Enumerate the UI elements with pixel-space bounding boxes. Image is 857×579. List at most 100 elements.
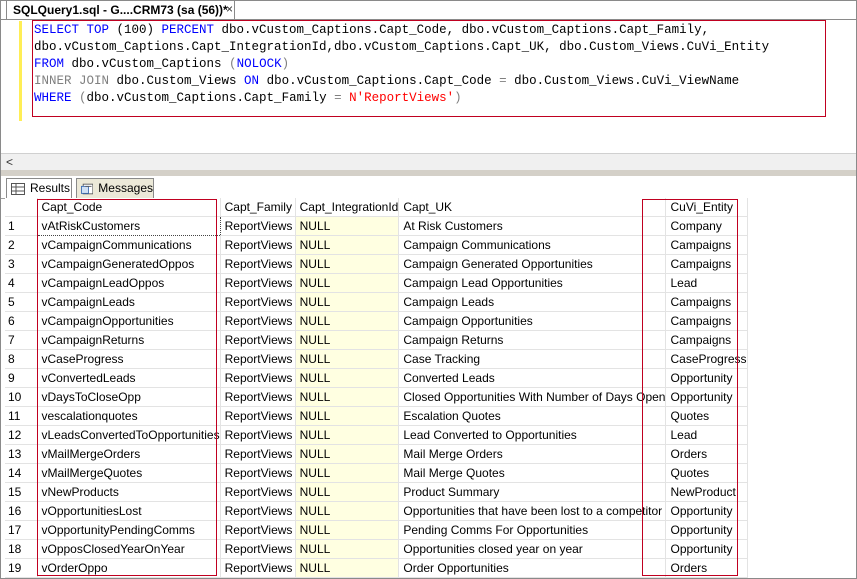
capt-code-cell[interactable]: vLeadsConvertedToOpportunities xyxy=(37,425,221,445)
table-row[interactable]: 1 vAtRiskCustomers ReportViews NULL At Risk … xyxy=(5,216,748,236)
column-header[interactable]: Capt_Code xyxy=(37,198,221,217)
cuvi-entity-cell[interactable]: Campaigns xyxy=(665,254,748,274)
row-number[interactable]: 3 xyxy=(5,254,38,274)
table-row[interactable]: 5 vCampaignLeads ReportViews NULL Campaign L… xyxy=(5,292,748,312)
capt-code-cell[interactable]: vDaysToCloseOpp xyxy=(37,387,221,407)
table-row[interactable]: 14 vMailMergeQuotes ReportViews NULL Mail Me… xyxy=(5,463,748,483)
cuvi-entity-cell[interactable]: Campaigns xyxy=(665,235,748,255)
table-row[interactable]: 18 vOpposClosedYearOnYear ReportViews NULL O… xyxy=(5,539,748,559)
cuvi-entity-cell[interactable]: Campaigns xyxy=(665,292,748,312)
capt-integrationid-cell[interactable]: NULL xyxy=(295,406,400,426)
capt-family-cell[interactable]: ReportViews xyxy=(220,368,296,388)
capt-uk-cell[interactable]: Campaign Returns xyxy=(398,330,667,350)
capt-family-cell[interactable]: ReportViews xyxy=(220,406,296,426)
capt-uk-cell[interactable]: Closed Opportunities With Number of Days… xyxy=(398,387,667,407)
query-editor[interactable]: SELECT TOP (100) PERCENT dbo.vCustom_Cap… xyxy=(0,19,857,154)
capt-integrationid-cell[interactable]: NULL xyxy=(295,330,400,350)
capt-uk-cell[interactable]: Case Tracking xyxy=(398,349,667,369)
capt-family-cell[interactable]: ReportViews xyxy=(220,387,296,407)
table-row[interactable]: 9 vConvertedLeads ReportViews NULL Converted… xyxy=(5,368,748,388)
capt-integrationid-cell[interactable]: NULL xyxy=(295,349,400,369)
capt-family-cell[interactable]: ReportViews xyxy=(220,463,296,483)
capt-integrationid-cell[interactable]: NULL xyxy=(295,425,400,445)
tab-messages[interactable]: Messages xyxy=(76,178,154,198)
row-number[interactable]: 12 xyxy=(5,425,38,445)
row-number[interactable]: 14 xyxy=(5,463,38,483)
cuvi-entity-cell[interactable]: Quotes xyxy=(665,463,748,483)
capt-integrationid-cell[interactable]: NULL xyxy=(295,520,400,540)
capt-code-cell[interactable]: vCampaignOpportunities xyxy=(37,311,221,331)
capt-code-cell[interactable]: vOpportunitiesLost xyxy=(37,501,221,521)
capt-family-cell[interactable]: ReportViews xyxy=(220,425,296,445)
capt-uk-cell[interactable]: Product Summary xyxy=(398,482,667,502)
cuvi-entity-cell[interactable]: Opportunity xyxy=(665,501,748,521)
capt-uk-cell[interactable]: Campaign Opportunities xyxy=(398,311,667,331)
capt-integrationid-cell[interactable]: NULL xyxy=(295,368,400,388)
cuvi-entity-cell[interactable]: Lead xyxy=(665,273,748,293)
row-number[interactable]: 11 xyxy=(5,406,38,426)
tab-results[interactable]: Results xyxy=(6,178,72,198)
capt-family-cell[interactable]: ReportViews xyxy=(220,482,296,502)
cuvi-entity-cell[interactable]: CaseProgress xyxy=(665,349,748,369)
capt-code-cell[interactable]: vCampaignLeads xyxy=(37,292,221,312)
row-number[interactable]: 17 xyxy=(5,520,38,540)
capt-uk-cell[interactable]: Escalation Quotes xyxy=(398,406,667,426)
row-number[interactable]: 16 xyxy=(5,501,38,521)
capt-uk-cell[interactable]: Mail Merge Quotes xyxy=(398,463,667,483)
capt-integrationid-cell[interactable]: NULL xyxy=(295,558,400,578)
capt-integrationid-cell[interactable]: NULL xyxy=(295,292,400,312)
row-number[interactable]: 18 xyxy=(5,539,38,559)
row-number[interactable]: 15 xyxy=(5,482,38,502)
capt-integrationid-cell[interactable]: NULL xyxy=(295,501,400,521)
table-row[interactable]: 8 vCaseProgress ReportViews NULL Case Tracki… xyxy=(5,349,748,369)
capt-code-cell[interactable]: vOrderOppo xyxy=(37,558,221,578)
capt-integrationid-cell[interactable]: NULL xyxy=(295,235,400,255)
cuvi-entity-cell[interactable]: Opportunity xyxy=(665,387,748,407)
capt-family-cell[interactable]: ReportViews xyxy=(220,311,296,331)
row-number[interactable]: 1 xyxy=(5,216,38,236)
table-row[interactable]: 12 vLeadsConvertedToOpportunities ReportVi… xyxy=(5,425,748,445)
row-number[interactable]: 7 xyxy=(5,330,38,350)
capt-code-cell[interactable]: vMailMergeOrders xyxy=(37,444,221,464)
cuvi-entity-cell[interactable]: Campaigns xyxy=(665,330,748,350)
capt-code-cell[interactable]: vCampaignReturns xyxy=(37,330,221,350)
capt-family-cell[interactable]: ReportViews xyxy=(220,501,296,521)
capt-uk-cell[interactable]: Lead Converted to Opportunities xyxy=(398,425,667,445)
editor-horizontal-scrollbar[interactable]: < xyxy=(0,153,857,171)
cuvi-entity-cell[interactable]: Company xyxy=(665,216,748,236)
capt-integrationid-cell[interactable]: NULL xyxy=(295,311,400,331)
capt-family-cell[interactable]: ReportViews xyxy=(220,444,296,464)
cuvi-entity-cell[interactable]: Quotes xyxy=(665,406,748,426)
row-number[interactable]: 8 xyxy=(5,349,38,369)
capt-integrationid-cell[interactable]: NULL xyxy=(295,482,400,502)
capt-family-cell[interactable]: ReportViews xyxy=(220,254,296,274)
scroll-left-icon[interactable]: < xyxy=(6,154,13,170)
capt-family-cell[interactable]: ReportViews xyxy=(220,235,296,255)
cuvi-entity-cell[interactable]: Opportunity xyxy=(665,520,748,540)
capt-code-cell[interactable]: vescalationquotes xyxy=(37,406,221,426)
row-number[interactable]: 9 xyxy=(5,368,38,388)
row-number[interactable]: 4 xyxy=(5,273,38,293)
table-row[interactable]: 7 vCampaignReturns ReportViews NULL Campaign… xyxy=(5,330,748,350)
close-icon[interactable]: × xyxy=(226,1,233,17)
column-header[interactable]: Capt_IntegrationId xyxy=(295,198,400,217)
capt-family-cell[interactable]: ReportViews xyxy=(220,273,296,293)
results-grid[interactable]: Capt_Code Capt_Family Capt_IntegrationId… xyxy=(5,198,857,579)
row-number-header[interactable] xyxy=(5,198,38,217)
capt-family-cell[interactable]: ReportViews xyxy=(220,216,296,236)
capt-uk-cell[interactable]: Campaign Generated Opportunities xyxy=(398,254,667,274)
capt-family-cell[interactable]: ReportViews xyxy=(220,539,296,559)
capt-code-cell[interactable]: vConvertedLeads xyxy=(37,368,221,388)
capt-integrationid-cell[interactable]: NULL xyxy=(295,216,400,236)
capt-uk-cell[interactable]: Order Opportunities xyxy=(398,558,667,578)
row-number[interactable]: 6 xyxy=(5,311,38,331)
cuvi-entity-cell[interactable]: Opportunity xyxy=(665,368,748,388)
capt-integrationid-cell[interactable]: NULL xyxy=(295,254,400,274)
row-number[interactable]: 19 xyxy=(5,558,38,578)
capt-code-cell[interactable]: vOpportunityPendingComms xyxy=(37,520,221,540)
row-number[interactable]: 2 xyxy=(5,235,38,255)
table-row[interactable]: 3 vCampaignGeneratedOppos ReportViews NULL C… xyxy=(5,254,748,274)
cuvi-entity-cell[interactable]: Orders xyxy=(665,444,748,464)
capt-integrationid-cell[interactable]: NULL xyxy=(295,387,400,407)
capt-uk-cell[interactable]: Campaign Communications xyxy=(398,235,667,255)
